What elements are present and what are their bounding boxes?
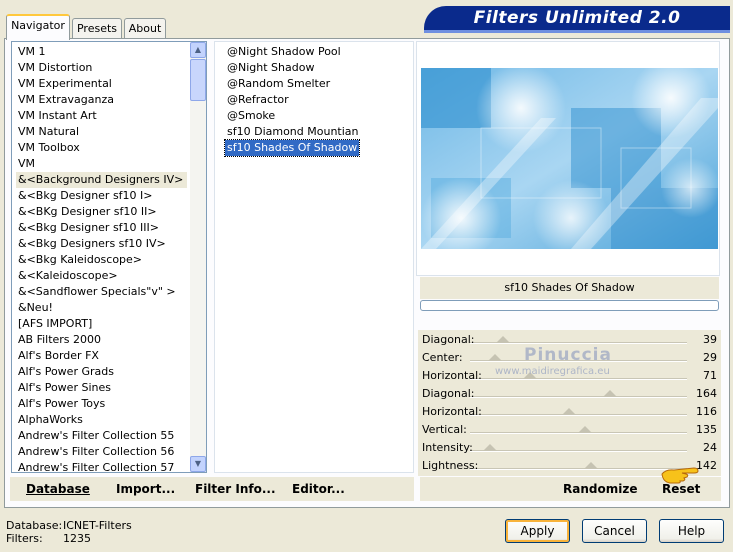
scroll-up-button[interactable]: ▲	[190, 42, 206, 58]
app-title: Filters Unlimited 2.0	[473, 8, 681, 28]
preview-image	[421, 68, 718, 249]
slider-thumb[interactable]	[496, 336, 510, 343]
category-item[interactable]: &Neu!	[18, 300, 53, 316]
editor-button[interactable]: Editor...	[292, 482, 345, 496]
category-item[interactable]: Andrew's Filter Collection 57	[18, 460, 174, 472]
tab-presets[interactable]: Presets	[72, 18, 122, 38]
filter-item[interactable]: @Night Shadow Pool	[225, 44, 343, 60]
randomize-button[interactable]: Randomize	[563, 482, 637, 496]
tab-about[interactable]: About	[124, 18, 166, 38]
slider-row: Intensity: 24	[418, 438, 721, 456]
scroll-thumb[interactable]	[190, 59, 206, 101]
category-item[interactable]: AB Filters 2000	[18, 332, 101, 348]
category-scrollbar[interactable]: ▲ ▼	[190, 42, 206, 472]
navigator-actions: Database Import... Filter Info... Editor…	[10, 477, 414, 501]
tab-navigator[interactable]: Navigator	[6, 14, 70, 40]
category-item[interactable]: &<Bkg Designer sf10 I>	[18, 188, 153, 204]
filter-item[interactable]: @Night Shadow	[225, 60, 316, 76]
category-item[interactable]: Alf's Power Sines	[18, 380, 111, 396]
slider-track[interactable]	[470, 378, 687, 380]
category-item[interactable]: [AFS IMPORT]	[18, 316, 92, 332]
category-item[interactable]: VM Extravaganza	[18, 92, 114, 108]
filter-item[interactable]: sf10 Shades Of Shadow	[223, 139, 361, 157]
database-button-label: Database	[26, 482, 90, 496]
category-list[interactable]: VM 1 VM Distortion VM Experimental VM Extra…	[11, 41, 207, 473]
category-item[interactable]: &<Bkg Designers sf10 IV>	[18, 236, 166, 252]
slider-label: Intensity:	[422, 441, 473, 454]
slider-track[interactable]	[470, 396, 687, 398]
progress-bar	[420, 300, 719, 311]
category-item[interactable]: &<Background Designers IV>	[16, 172, 188, 188]
slider-label: Center:	[422, 351, 463, 364]
category-item[interactable]: &<BKg Designer sf10 II>	[18, 204, 157, 220]
import-button[interactable]: Import...	[116, 482, 175, 496]
slider-label: Lightness:	[422, 459, 479, 472]
filter-item[interactable]: @Refractor	[225, 92, 291, 108]
category-item[interactable]: &<Bkg Designer sf10 III>	[18, 220, 159, 236]
slider-track[interactable]	[470, 414, 687, 416]
slider-thumb[interactable]	[562, 408, 576, 415]
category-item[interactable]: &<Sandflower Specials"v" >	[18, 284, 176, 300]
filter-item[interactable]: sf10 Diamond Mountian	[225, 124, 361, 140]
filter-item[interactable]: @Random Smelter	[225, 76, 332, 92]
filters-count-value: 1235	[63, 532, 91, 545]
database-value: ICNET-Filters	[63, 519, 132, 532]
category-item[interactable]: &<Bkg Kaleidoscope>	[18, 252, 142, 268]
filter-item[interactable]: @Smoke	[225, 108, 277, 124]
category-item[interactable]: Andrew's Filter Collection 56	[18, 444, 174, 460]
category-item[interactable]: AlphaWorks	[18, 412, 83, 428]
slider-thumb[interactable]	[603, 390, 617, 397]
slider-track[interactable]	[470, 468, 687, 470]
category-item[interactable]: VM Experimental	[18, 76, 112, 92]
scroll-down-button[interactable]: ▼	[190, 456, 206, 472]
watermark-url: www.maidiregrafica.eu	[495, 366, 610, 377]
slider-thumb[interactable]	[584, 462, 598, 469]
slider-row: Horizontal: 116	[418, 402, 721, 420]
slider-thumb[interactable]	[578, 426, 592, 433]
category-item[interactable]: Alf's Power Grads	[18, 364, 114, 380]
category-item[interactable]: VM Distortion	[18, 60, 92, 76]
selected-filter-label: sf10 Shades Of Shadow	[420, 277, 719, 299]
pointing-hand-icon	[660, 464, 700, 486]
slider-row: Vertical: 135	[418, 420, 721, 438]
slider-value: 24	[703, 441, 717, 454]
slider-thumb[interactable]	[483, 444, 497, 451]
slider-label: Horizontal:	[422, 369, 482, 382]
slider-label: Horizontal:	[422, 405, 482, 418]
database-button[interactable]: Database	[26, 482, 90, 496]
slider-value: 39	[703, 333, 717, 346]
category-item[interactable]: VM 1	[18, 44, 46, 60]
category-item[interactable]: VM	[18, 156, 35, 172]
category-item[interactable]: VM Natural	[18, 124, 79, 140]
category-item[interactable]: &<Kaleidoscope>	[18, 268, 118, 284]
category-item[interactable]: Andrew's Filter Collection 55	[18, 428, 174, 444]
filter-list[interactable]: @Night Shadow Pool @Night Shadow @Random S…	[214, 41, 414, 473]
slider-value: 164	[696, 387, 717, 400]
cancel-button[interactable]: Cancel	[582, 519, 647, 543]
apply-button[interactable]: Apply	[505, 519, 570, 543]
slider-thumb[interactable]	[488, 354, 502, 361]
database-label: Database:	[6, 519, 63, 532]
category-item[interactable]: Alf's Border FX	[18, 348, 99, 364]
slider-value: 135	[696, 423, 717, 436]
filter-info-button[interactable]: Filter Info...	[195, 482, 276, 496]
help-button[interactable]: Help	[659, 519, 724, 543]
slider-value: 29	[703, 351, 717, 364]
slider-label: Diagonal:	[422, 387, 475, 400]
slider-value: 116	[696, 405, 717, 418]
category-item[interactable]: Alf's Power Toys	[18, 396, 105, 412]
slider-value: 71	[703, 369, 717, 382]
slider-row: Diagonal: 164	[418, 384, 721, 402]
filters-count-label: Filters:	[6, 532, 43, 545]
watermark-name: Pinuccia	[524, 345, 612, 365]
slider-track[interactable]	[470, 450, 687, 452]
app-banner: Filters Unlimited 2.0	[424, 6, 730, 33]
slider-label: Diagonal:	[422, 333, 475, 346]
category-item[interactable]: VM Toolbox	[18, 140, 80, 156]
category-item[interactable]: VM Instant Art	[18, 108, 97, 124]
slider-label: Vertical:	[422, 423, 467, 436]
